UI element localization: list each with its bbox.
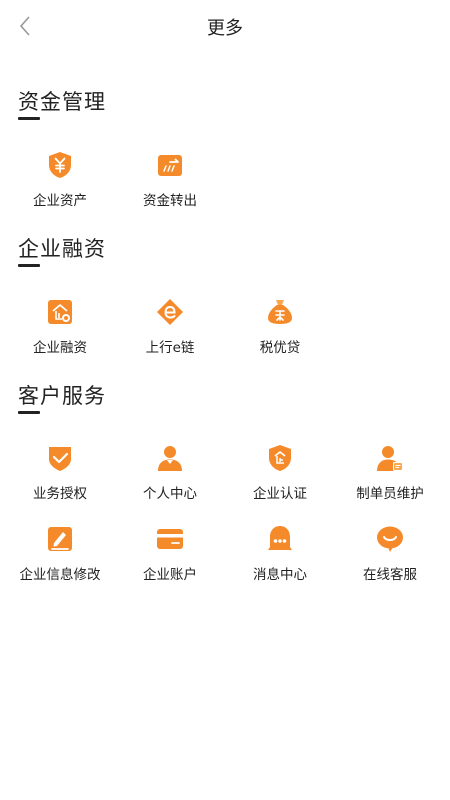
section-title-enterprise-financing: 企业融资 [18,237,106,261]
item-label: 企业账户 [143,567,197,583]
item-label: 企业融资 [33,340,87,356]
item-label: 在线客服 [363,567,417,583]
section-underline [18,117,40,120]
item-label: 税优贷 [259,340,301,356]
yuan-shield-icon [49,152,71,178]
item-tax-loan[interactable]: 税优贷 [225,298,335,364]
card-icon [157,529,183,549]
item-enterprise-assets[interactable]: 企业资产 [5,151,115,217]
item-label: 上行e链 [145,340,195,356]
item-label: 个人中心 [143,486,197,502]
message-icon [268,526,292,550]
item-online-service[interactable]: 在线客服 [335,525,445,591]
edit-icon [48,527,72,551]
item-operator-maintenance[interactable]: 制单员维护 [335,444,445,510]
loan-bag-icon [268,300,292,324]
e-chain-icon [157,299,183,325]
item-label: 资金转出 [143,193,197,209]
enterprise-finance-icon [48,300,72,324]
section-title-fund-management: 资金管理 [18,90,106,114]
item-e-chain[interactable]: 上行e链 [115,298,225,364]
item-enterprise-info-edit[interactable]: 企业信息修改 [5,525,115,591]
operator-icon [377,446,403,471]
section-title-customer-service: 客户服务 [18,384,106,408]
item-personal-center[interactable]: 个人中心 [115,444,225,510]
item-label: 企业信息修改 [19,567,101,583]
item-label: 企业资产 [33,193,87,209]
item-message-center[interactable]: 消息中心 [225,525,335,591]
item-enterprise-certification[interactable]: 企业认证 [225,444,335,510]
item-business-authorization[interactable]: 业务授权 [5,444,115,510]
chat-icon [377,526,403,552]
section-underline [18,411,40,414]
item-label: 制单员维护 [356,486,424,502]
person-icon [158,446,182,471]
item-enterprise-account[interactable]: 企业账户 [115,525,225,591]
item-label: 消息中心 [253,567,307,583]
item-fund-transfer[interactable]: 资金转出 [115,151,225,217]
item-enterprise-financing[interactable]: 企业融资 [5,298,115,364]
transfer-card-icon [158,155,182,176]
authorization-icon [49,447,71,471]
enterprise-shield-icon [269,445,291,471]
page-title: 更多 [207,18,243,39]
item-label: 企业认证 [253,486,307,502]
nav-bar: 更多 [0,0,450,52]
section-underline [18,264,40,267]
item-label: 业务授权 [33,486,87,502]
